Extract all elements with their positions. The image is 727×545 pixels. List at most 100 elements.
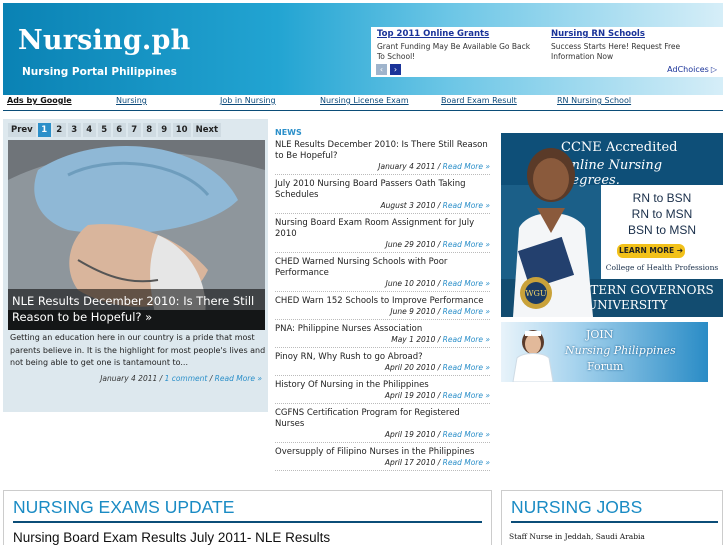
top-ad-1[interactable]: Top 2011 Online Grants Grant Funding May… [377,29,537,62]
ad-next-button[interactable]: › [390,64,401,75]
site-header: Nursing.ph Nursing Portal Philippines To… [3,3,723,95]
nav-link-nursing-license-exam[interactable]: Nursing License Exam [320,96,409,105]
forum-ad-line-1: JOIN [586,328,614,341]
news-item-date: April 20 2010 [384,363,436,372]
slider-page-8[interactable]: 8 [142,123,156,137]
news-item-date: May 1 2010 [391,335,436,344]
news-item-read-more[interactable]: Read More » [443,240,490,249]
slider-page-2[interactable]: 2 [52,123,66,137]
news-item-title[interactable]: CGFNS Certification Program for Register… [275,408,490,430]
news-item-date: January 4 2011 [378,162,436,171]
slide-read-more-link[interactable]: Read More » [215,374,262,383]
slide-comments-link[interactable]: 1 comment [165,374,208,383]
news-item-meta: January 4 2011 / Read More » [378,162,490,171]
ad-text: Success Starts Here! Request Free Inform… [551,42,681,61]
nav-divider [3,110,723,111]
news-item-read-more[interactable]: Read More » [443,458,490,467]
slider-page-1[interactable]: 1 [37,123,51,137]
news-item-meta: June 9 2010 / Read More » [390,307,490,316]
news-item: History Of Nursing in the Philippines Apr… [275,376,490,404]
wgu-college: College of Health Professions [605,263,719,272]
wgu-degree: BSN to MSN [627,223,696,237]
forum-ad-banner[interactable]: JOIN Nursing Philippines Forum [501,322,708,382]
news-item-title[interactable]: Pinoy RN, Why Rush to go Abroad? [275,352,490,363]
news-item: Nursing Board Exam Room Assignment for J… [275,214,490,253]
news-item-read-more[interactable]: Read More » [443,391,490,400]
news-item-read-more[interactable]: Read More » [443,363,490,372]
ad-choices-label: AdChoices [667,65,709,74]
news-item-read-more[interactable]: Read More » [443,162,490,171]
news-item-meta: June 10 2010 / Read More » [385,279,490,288]
news-item-title[interactable]: Nursing Board Exam Room Assignment for J… [275,218,490,240]
ad-title[interactable]: Top 2011 Online Grants [377,29,537,40]
ad-prev-button[interactable]: ‹ [376,64,387,75]
news-item-title[interactable]: Oversupply of Filipino Nurses in the Phi… [275,447,490,458]
news-item: July 2010 Nursing Board Passers Oath Tak… [275,175,490,214]
news-item-title[interactable]: July 2010 Nursing Board Passers Oath Tak… [275,179,490,201]
news-item-meta: April 17 2010 / Read More » [384,458,490,467]
site-logo[interactable]: Nursing.ph [18,25,190,56]
slider-prev-button[interactable]: Prev [8,123,36,137]
nav-link-board-exam-result[interactable]: Board Exam Result [441,96,517,105]
wgu-degree: RN to MSN [631,207,693,221]
slider-page-9[interactable]: 9 [157,123,171,137]
news-item-read-more[interactable]: Read More » [443,430,490,439]
news-item-meta: April 19 2010 / Read More » [384,430,490,439]
top-ad-unit: Top 2011 Online Grants Grant Funding May… [371,27,723,77]
exams-heading: NURSING EXAMS UPDATE [13,497,235,517]
news-item-title[interactable]: CHED Warned Nursing Schools with Poor Pe… [275,257,490,279]
slider-page-6[interactable]: 6 [112,123,126,137]
news-item-read-more[interactable]: Read More » [443,279,490,288]
news-list: NLE Results December 2010: Is There Stil… [275,139,490,471]
news-item-read-more[interactable]: Read More » [443,307,490,316]
news-item-meta: May 1 2010 / Read More » [391,335,490,344]
news-column: NEWS NLE Results December 2010: Is There… [275,128,490,471]
news-item-read-more[interactable]: Read More » [443,335,490,344]
wgu-learn-more-button[interactable]: LEARN MORE ➔ [617,244,685,258]
exams-rule [13,521,482,523]
news-item: PNA: Philippine Nurses Association May 1 … [275,320,490,348]
nav-link-job-in-nursing[interactable]: Job in Nursing [220,96,276,105]
nav-link-rn-nursing-school[interactable]: RN Nursing School [557,96,631,105]
news-item: CHED Warned Nursing Schools with Poor Pe… [275,253,490,292]
nursing-exams-box: NURSING EXAMS UPDATE Nursing Board Exam … [3,490,492,545]
news-item-meta: April 20 2010 / Read More » [384,363,490,372]
news-item-title[interactable]: CHED Warn 152 Schools to Improve Perform… [275,296,490,307]
slider-page-7[interactable]: 7 [127,123,141,137]
slider-page-4[interactable]: 4 [82,123,96,137]
slider-page-5[interactable]: 5 [97,123,111,137]
slider-page-3[interactable]: 3 [67,123,81,137]
featured-slider: Prev 1 2 3 4 5 6 7 8 9 10 Next NLE Results Decembe… [3,119,268,412]
nav-link-nursing[interactable]: Nursing [116,96,147,105]
ad-choices-icon: ▷ [710,65,717,74]
slider-next-button[interactable]: Next [192,123,222,137]
ad-title[interactable]: Nursing RN Schools [551,29,711,40]
slide-image[interactable]: NLE Results December 2010: Is There Stil… [8,140,265,330]
news-item-read-more[interactable]: Read More » [443,201,490,210]
jobs-first-item[interactable]: Staff Nurse in Jeddah, Saudi Arabia [509,532,645,541]
news-item-title[interactable]: History Of Nursing in the Philippines [275,380,490,391]
news-item: CHED Warn 152 Schools to Improve Perform… [275,292,490,320]
forum-ad-line-2: Nursing Philippines [565,344,676,357]
news-item-date: June 29 2010 [385,240,436,249]
slider-page-10[interactable]: 10 [172,123,191,137]
news-item: NLE Results December 2010: Is There Stil… [275,139,490,175]
exams-first-item[interactable]: Nursing Board Exam Results July 2011- NL… [13,530,330,545]
ads-by-google-link[interactable]: Ads by Google [7,96,72,105]
news-item-title[interactable]: PNA: Philippine Nurses Association [275,324,490,335]
news-item: Pinoy RN, Why Rush to go Abroad? April 20… [275,348,490,376]
top-ad-2[interactable]: Nursing RN Schools Success Starts Here! … [551,29,711,62]
news-item-date: April 17 2010 [384,458,436,467]
wgu-nurse-image: WGU [513,148,593,317]
forum-nurse-image [512,330,554,382]
nursing-jobs-box: NURSING JOBS Staff Nurse in Jeddah, Saud… [501,490,723,545]
news-item-meta: April 19 2010 / Read More » [384,391,490,400]
news-item-title[interactable]: NLE Results December 2010: Is There Stil… [275,140,490,162]
slide-caption[interactable]: NLE Results December 2010: Is There Stil… [8,289,265,330]
news-item: Oversupply of Filipino Nurses in the Phi… [275,443,490,471]
news-item: CGFNS Certification Program for Register… [275,404,490,443]
wgu-ad-banner[interactable]: CCNE Accredited Online Nursing Degrees. … [501,133,723,317]
ad-text: Grant Funding May Be Available Go Back T… [377,42,531,61]
ad-choices[interactable]: AdChoices ▷ [665,65,717,74]
news-item-date: June 10 2010 [385,279,436,288]
